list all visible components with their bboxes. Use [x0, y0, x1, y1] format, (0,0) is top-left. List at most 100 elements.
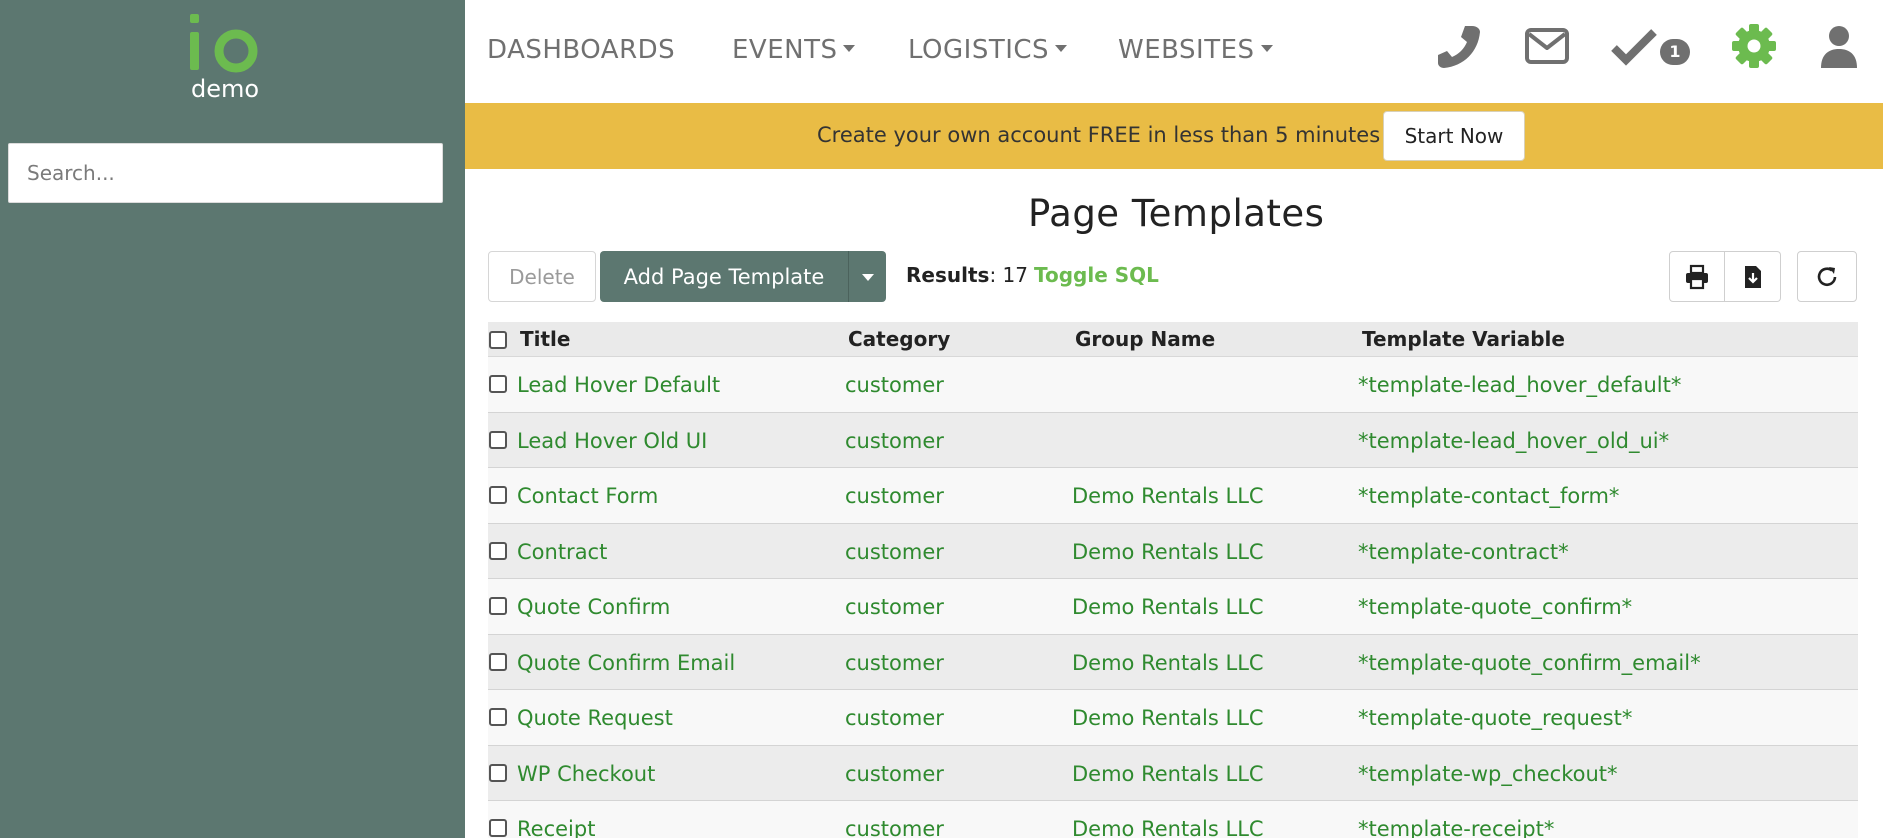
row-group-name[interactable]: Demo Rentals LLC	[1072, 704, 1264, 732]
column-header-template-variable[interactable]: Template Variable	[1362, 326, 1565, 352]
row-group-name[interactable]: Demo Rentals LLC	[1072, 815, 1264, 838]
row-checkbox[interactable]	[489, 486, 507, 504]
nav-events[interactable]: EVENTS	[732, 32, 856, 68]
column-header-title[interactable]: Title	[520, 326, 570, 352]
row-title-link[interactable]: Quote Confirm Email	[517, 649, 735, 677]
row-category[interactable]: customer	[845, 538, 944, 566]
sidebar: demo	[0, 0, 465, 838]
logo[interactable]: demo	[188, 12, 262, 103]
row-checkbox[interactable]	[489, 763, 507, 782]
print-icon	[1686, 264, 1708, 289]
table-row[interactable]: Lead Hover Old UI customer *template-lead_…	[488, 412, 1858, 468]
row-template-variable[interactable]: *template-quote_request*	[1358, 704, 1632, 732]
chevron-down-icon	[843, 45, 856, 52]
row-template-variable[interactable]: *template-lead_hover_default*	[1358, 371, 1681, 399]
row-checkbox[interactable]	[489, 541, 507, 560]
tasks-count-badge: 1	[1660, 39, 1690, 65]
nav-websites[interactable]: WEBSITES	[1118, 32, 1273, 68]
row-title-link[interactable]: Contract	[517, 538, 607, 566]
row-checkbox[interactable]	[489, 597, 507, 615]
io-logo-icon	[190, 14, 258, 73]
row-template-variable[interactable]: *template-lead_hover_old_ui*	[1358, 427, 1669, 455]
row-template-variable[interactable]: *template-contact_form*	[1358, 482, 1619, 510]
table-row[interactable]: WP Checkout customer Demo Rentals LLC *temp…	[488, 745, 1858, 801]
logo-text: demo	[190, 75, 260, 103]
nav-logistics[interactable]: LOGISTICS	[908, 32, 1068, 68]
page-title: Page Templates	[1028, 192, 1325, 235]
row-title-link[interactable]: WP Checkout	[517, 760, 655, 788]
checkmark-icon[interactable]	[1610, 22, 1658, 70]
row-category[interactable]: customer	[845, 704, 944, 732]
table-row[interactable]: Contact Form customer Demo Rentals LLC *tem…	[488, 468, 1858, 524]
row-checkbox[interactable]	[489, 652, 507, 671]
nav-dashboards-label: DASHBOARDS	[487, 35, 676, 65]
row-category[interactable]: customer	[845, 593, 944, 621]
signup-banner: Create your own account FREE in less tha…	[465, 103, 1883, 169]
row-group-name[interactable]: Demo Rentals LLC	[1072, 538, 1264, 566]
row-template-variable[interactable]: *template-wp_checkout*	[1358, 760, 1618, 788]
row-group-name[interactable]: Demo Rentals LLC	[1072, 649, 1264, 677]
row-title-link[interactable]: Quote Confirm	[517, 593, 670, 621]
row-title-link[interactable]: Lead Hover Default	[517, 371, 720, 399]
row-checkbox[interactable]	[489, 708, 507, 726]
envelope-icon[interactable]	[1523, 22, 1571, 70]
row-checkbox[interactable]	[489, 375, 507, 393]
table-row[interactable]: Lead Hover Default customer *template-lead…	[488, 357, 1858, 413]
row-category[interactable]: customer	[845, 760, 944, 788]
add-options-dropdown-button[interactable]	[848, 251, 886, 302]
row-title-link[interactable]: Contact Form	[517, 482, 658, 510]
table-row[interactable]: Quote Request customer Demo Rentals LLC *te…	[488, 690, 1858, 746]
row-checkbox[interactable]	[489, 430, 507, 449]
table-row[interactable]: Receipt customer Demo Rentals LLC *template…	[488, 801, 1858, 838]
user-icon[interactable]	[1815, 22, 1863, 70]
table-header: Title Category Group Name Template Varia…	[488, 322, 1858, 357]
add-page-template-button[interactable]: Add Page Template	[600, 251, 848, 302]
refresh-icon	[1817, 266, 1837, 286]
nav-events-label: EVENTS	[732, 35, 838, 65]
row-checkbox[interactable]	[489, 819, 507, 837]
row-template-variable[interactable]: *template-quote_confirm_email*	[1358, 649, 1701, 677]
row-title-link[interactable]: Lead Hover Old UI	[517, 427, 707, 455]
export-button[interactable]	[1725, 251, 1781, 302]
column-header-group-name[interactable]: Group Name	[1075, 326, 1215, 352]
results-summary: Results: 17 Toggle SQL	[906, 263, 1159, 287]
table-row[interactable]: Contract customer Demo Rentals LLC *templat…	[488, 523, 1858, 579]
column-header-category[interactable]: Category	[848, 326, 950, 352]
refresh-button[interactable]	[1797, 251, 1857, 302]
gear-icon[interactable]	[1730, 22, 1778, 70]
row-group-name[interactable]: Demo Rentals LLC	[1072, 482, 1264, 510]
page-templates-table: Title Category Group Name Template Varia…	[488, 322, 1858, 838]
toggle-sql-link[interactable]: Toggle SQL	[1034, 263, 1159, 287]
nav-dashboards[interactable]: DASHBOARDS	[487, 32, 675, 68]
nav-websites-label: WEBSITES	[1118, 35, 1255, 65]
row-category[interactable]: customer	[845, 427, 944, 455]
row-category[interactable]: customer	[845, 482, 944, 510]
row-group-name[interactable]: Demo Rentals LLC	[1072, 760, 1264, 788]
table-row[interactable]: Quote Confirm Email customer Demo Rentals …	[488, 634, 1858, 690]
download-file-icon	[1744, 265, 1761, 288]
table-body: Lead Hover Default customer *template-lead…	[488, 357, 1858, 838]
results-count: 17	[1002, 263, 1028, 287]
select-all-checkbox[interactable]	[489, 331, 507, 349]
row-category[interactable]: customer	[845, 815, 944, 838]
banner-text: Create your own account FREE in less tha…	[817, 123, 1381, 147]
table-row[interactable]: Quote Confirm customer Demo Rentals LLC *te…	[488, 579, 1858, 635]
chevron-down-icon	[1055, 45, 1068, 52]
row-template-variable[interactable]: *template-quote_confirm*	[1358, 593, 1632, 621]
delete-button[interactable]: Delete	[488, 251, 596, 302]
chevron-down-icon	[861, 274, 874, 281]
row-title-link[interactable]: Quote Request	[517, 704, 673, 732]
results-label: Results	[906, 263, 990, 287]
row-group-name[interactable]: Demo Rentals LLC	[1072, 593, 1264, 621]
row-template-variable[interactable]: *template-contract*	[1358, 538, 1569, 566]
row-category[interactable]: customer	[845, 371, 944, 399]
start-now-button[interactable]: Start Now	[1383, 111, 1525, 161]
nav-logistics-label: LOGISTICS	[908, 35, 1050, 65]
print-button[interactable]	[1669, 251, 1725, 302]
row-title-link[interactable]: Receipt	[517, 815, 595, 838]
phone-icon[interactable]	[1436, 22, 1484, 70]
chevron-down-icon	[1260, 45, 1273, 52]
row-template-variable[interactable]: *template-receipt*	[1358, 815, 1554, 838]
row-category[interactable]: customer	[845, 649, 944, 677]
search-input[interactable]	[8, 143, 443, 203]
